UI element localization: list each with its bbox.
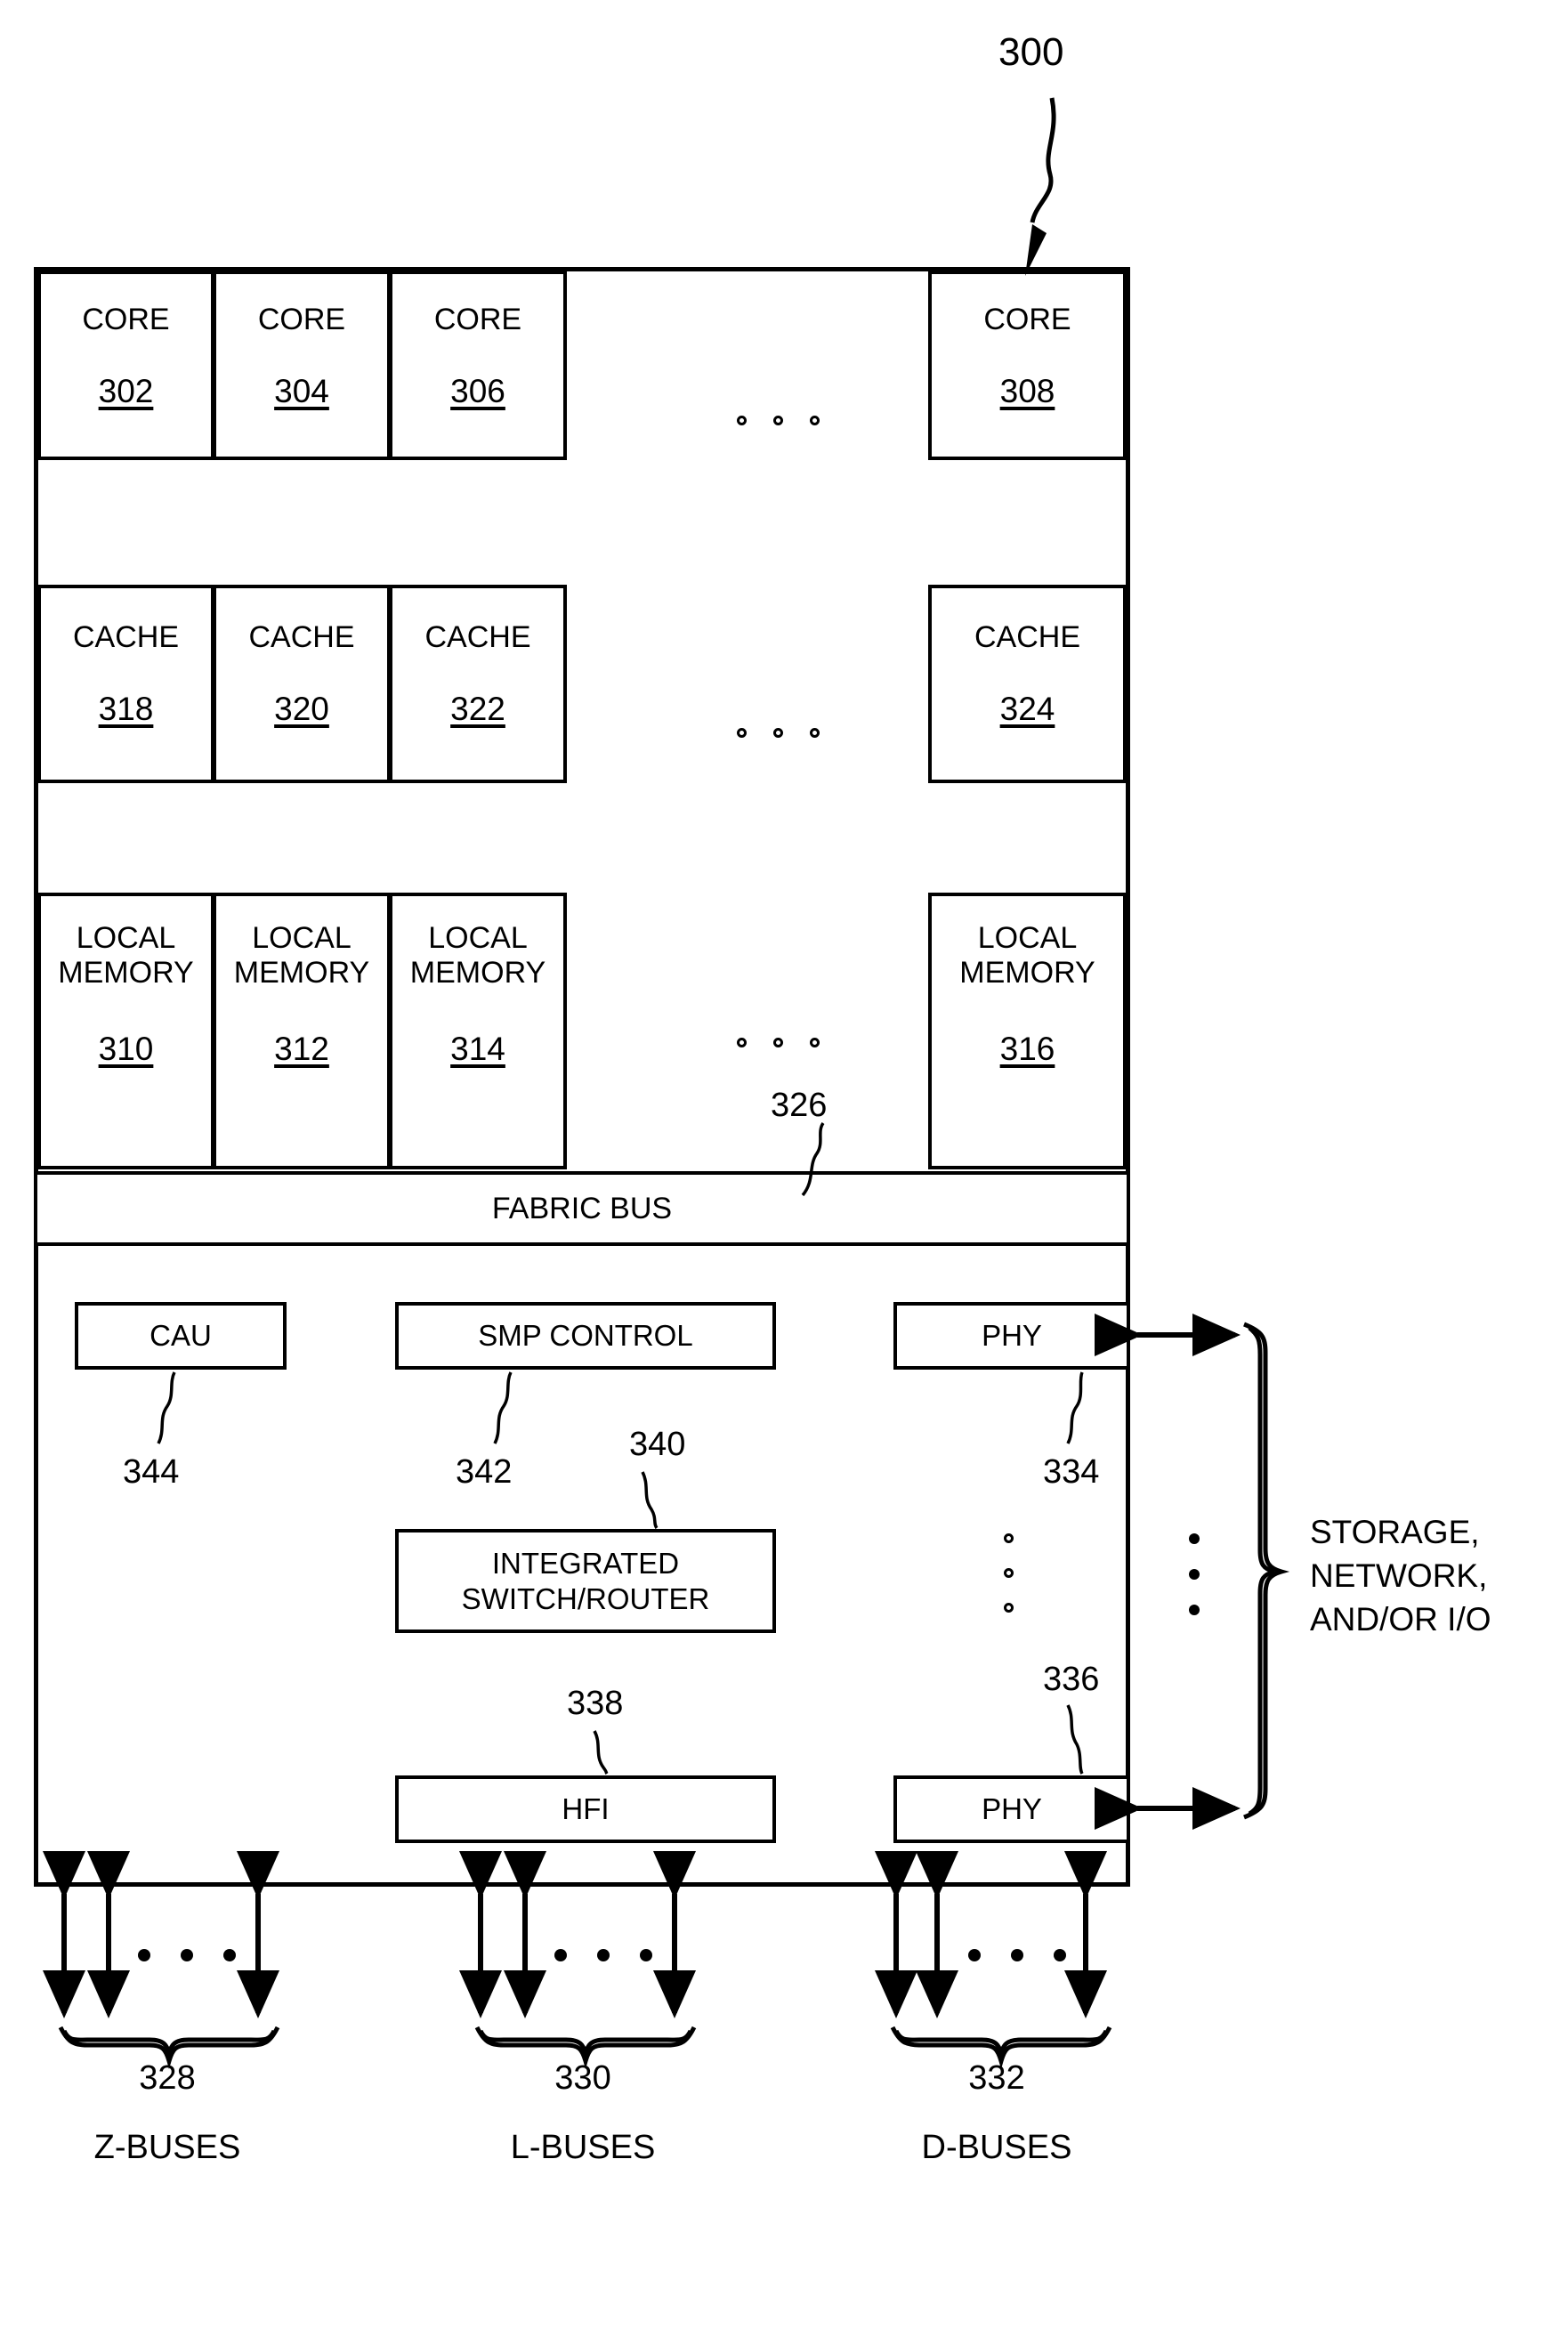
cache-cell-320-title: CACHE — [248, 620, 355, 654]
core-cell-308-title: CORE — [983, 303, 1071, 336]
bus-numeral-332: 332 — [968, 2059, 1025, 2097]
phy-top-label: PHY — [982, 1319, 1042, 1353]
core-cell-308: CORE 308 — [928, 271, 1127, 460]
figure-300-leader — [1030, 97, 1056, 223]
cache-cell-324-numeral: 324 — [999, 691, 1055, 728]
integrated-switch-router-block: INTEGRATED SWITCH/ROUTER — [395, 1529, 776, 1633]
ellipsis-dot-icon — [773, 416, 783, 425]
local-memory-cell-310: LOCAL MEMORY 310 — [37, 893, 214, 1169]
cau-label: CAU — [150, 1319, 212, 1353]
ellipsis-dot-icon — [1004, 1568, 1014, 1578]
local-memory-cell-316-title: LOCAL MEMORY — [959, 921, 1095, 991]
smp-control-label: SMP CONTROL — [478, 1319, 693, 1353]
core-cell-304-title: CORE — [257, 303, 346, 336]
hfi-label: HFI — [562, 1792, 610, 1826]
z-bus-ellipsis — [138, 1949, 236, 1961]
external-link-ellipsis — [1189, 1533, 1200, 1615]
numeral-342: 342 — [456, 1453, 513, 1491]
integrated-switch-router-label: INTEGRATED SWITCH/ROUTER — [461, 1546, 710, 1615]
ellipsis-dot-icon — [1189, 1569, 1200, 1580]
ellipsis-dot-icon — [1004, 1533, 1014, 1543]
external-curly-brace — [1243, 1322, 1290, 1820]
cache-cell-322-numeral: 322 — [450, 691, 505, 728]
numeral-334: 334 — [1043, 1453, 1100, 1491]
local-memory-cell-316-numeral: 316 — [999, 1030, 1055, 1067]
core-cell-304-numeral: 304 — [274, 373, 329, 410]
local-memory-cell-314: LOCAL MEMORY 314 — [389, 893, 567, 1169]
core-cell-302-title: CORE — [82, 303, 170, 336]
ellipsis-dot-icon — [773, 1038, 783, 1047]
local-memory-row-ellipsis — [737, 1038, 820, 1047]
hfi-block: HFI — [395, 1775, 776, 1843]
numeral-326: 326 — [771, 1087, 828, 1124]
local-memory-cell-314-numeral: 314 — [450, 1030, 505, 1067]
bus-label-l-buses: L-BUSES — [510, 2129, 656, 2166]
core-cell-302: CORE 302 — [37, 271, 214, 460]
fabric-bus: FABRIC BUS — [34, 1171, 1130, 1246]
ellipsis-dot-icon — [1189, 1605, 1200, 1615]
cau-block: CAU — [75, 1302, 287, 1370]
phy-bottom-label: PHY — [982, 1792, 1042, 1826]
local-memory-cell-312-title: LOCAL MEMORY — [233, 921, 370, 991]
numeral-344: 344 — [123, 1453, 180, 1491]
cache-row-ellipsis — [737, 728, 820, 738]
cache-cell-318: CACHE 318 — [37, 585, 214, 783]
cache-cell-318-title: CACHE — [72, 620, 180, 654]
core-cell-308-numeral: 308 — [999, 373, 1055, 410]
cache-cell-318-numeral: 318 — [98, 691, 154, 728]
core-row-ellipsis — [737, 416, 820, 425]
phy-column-ellipsis — [1004, 1533, 1014, 1613]
ellipsis-dot-icon — [810, 1038, 820, 1047]
local-memory-cell-310-title: LOCAL MEMORY — [58, 921, 194, 991]
d-bus-ellipsis — [968, 1949, 1066, 1961]
bus-label-d-buses: D-BUSES — [921, 2129, 1072, 2166]
z-bus-arrows — [43, 1851, 279, 2018]
ellipsis-dot-icon — [737, 1038, 747, 1047]
ellipsis-dot-icon — [810, 416, 820, 425]
ellipsis-dot-icon — [810, 728, 820, 738]
numeral-340: 340 — [629, 1426, 686, 1463]
local-memory-cell-314-title: LOCAL MEMORY — [409, 921, 546, 991]
cache-cell-322-title: CACHE — [424, 620, 531, 654]
fabric-bus-label: FABRIC BUS — [491, 1191, 673, 1225]
external-brace-label: STORAGE, NETWORK, AND/OR I/O — [1310, 1514, 1491, 1638]
ellipsis-dot-icon — [1189, 1533, 1200, 1544]
phy-top-block: PHY — [893, 1302, 1130, 1370]
l-bus-ellipsis — [554, 1949, 652, 1961]
core-cell-302-numeral: 302 — [98, 373, 154, 410]
bus-numeral-330: 330 — [554, 2059, 611, 2097]
cache-cell-322: CACHE 322 — [389, 585, 567, 783]
l-bus-arrows — [459, 1851, 696, 2018]
smp-control-block: SMP CONTROL — [395, 1302, 776, 1370]
cache-cell-324: CACHE 324 — [928, 585, 1127, 783]
core-cell-304: CORE 304 — [213, 271, 391, 460]
ellipsis-dot-icon — [1004, 1603, 1014, 1613]
local-memory-cell-312: LOCAL MEMORY 312 — [213, 893, 391, 1169]
phy-bottom-block: PHY — [893, 1775, 1130, 1843]
ellipsis-dot-icon — [737, 728, 747, 738]
core-cell-306: CORE 306 — [389, 271, 567, 460]
core-cell-306-title: CORE — [433, 303, 522, 336]
cache-cell-320-numeral: 320 — [274, 691, 329, 728]
cache-cell-324-title: CACHE — [974, 620, 1081, 654]
d-bus-arrows — [875, 1851, 1107, 2018]
ellipsis-dot-icon — [773, 728, 783, 738]
patent-figure-300: 300 CORE 302 CORE 304 CORE 306 CORE 308 … — [0, 0, 1568, 2329]
core-cell-306-numeral: 306 — [450, 373, 505, 410]
numeral-336: 336 — [1043, 1661, 1100, 1698]
ellipsis-dot-icon — [737, 416, 747, 425]
bus-numeral-328: 328 — [139, 2059, 196, 2097]
numeral-338: 338 — [567, 1685, 624, 1722]
cache-cell-320: CACHE 320 — [213, 585, 391, 783]
bus-label-z-buses: Z-BUSES — [93, 2129, 241, 2166]
figure-numeral-300: 300 — [998, 30, 1064, 74]
local-memory-cell-312-numeral: 312 — [274, 1030, 329, 1067]
local-memory-cell-310-numeral: 310 — [98, 1030, 154, 1067]
local-memory-cell-316: LOCAL MEMORY 316 — [928, 893, 1127, 1169]
